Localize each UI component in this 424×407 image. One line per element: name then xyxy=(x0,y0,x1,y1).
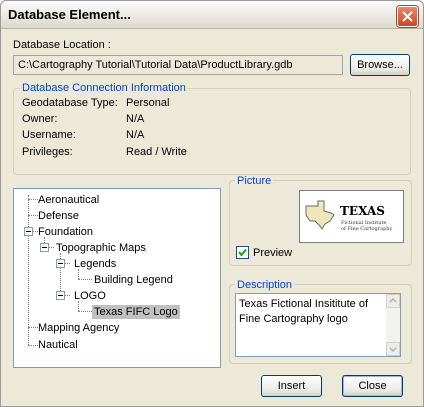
logo-heading: TEXAS xyxy=(340,204,385,218)
description-title: Description xyxy=(235,279,295,291)
tree-item-aeronautical[interactable]: Aeronautical xyxy=(38,193,99,207)
geodatabase-type-value: Personal xyxy=(126,97,170,109)
description-scrollbar[interactable] xyxy=(386,294,400,356)
close-icon xyxy=(402,11,413,22)
database-location-field[interactable]: C:\Cartography Tutorial\Tutorial Data\Pr… xyxy=(13,55,343,75)
insert-button[interactable]: Insert xyxy=(261,375,322,397)
tree-item-nautical[interactable]: Nautical xyxy=(38,338,78,352)
preview-checkbox[interactable] xyxy=(236,246,249,259)
checkmark-icon xyxy=(238,248,247,257)
collapse-legends-icon[interactable] xyxy=(56,259,65,268)
preview-label: Preview xyxy=(253,247,293,259)
element-tree[interactable]: Aeronautical Defense Foundation Topograp… xyxy=(13,188,221,368)
logo-preview-image: TEXAS Fictional Institute of Fine Cartog… xyxy=(299,190,404,243)
close-window-button[interactable] xyxy=(397,6,418,27)
username-value: N/A xyxy=(126,129,145,141)
database-location-label: Database Location : xyxy=(13,39,111,51)
title-bar[interactable]: Database Element... xyxy=(1,1,423,29)
database-element-dialog: Database Element... Database Location : … xyxy=(0,0,424,407)
chevron-down-icon xyxy=(389,347,397,353)
connection-info-title: Database Connection Information xyxy=(20,82,188,94)
texas-logo-image: TEXAS Fictional Institute of Fine Cartog… xyxy=(305,200,392,232)
picture-title: Picture xyxy=(235,175,274,187)
browse-button[interactable]: Browse... xyxy=(350,54,410,76)
tree-item-mapping-agency[interactable]: Mapping Agency xyxy=(38,321,119,335)
tree-item-texas-fifc-logo[interactable]: Texas FIFC Logo xyxy=(92,305,180,319)
window-title: Database Element... xyxy=(8,7,131,22)
geodatabase-type-label: Geodatabase Type: xyxy=(22,97,118,109)
owner-label: Owner: xyxy=(22,113,58,125)
owner-value: N/A xyxy=(126,113,145,125)
privileges-value: Read / Write xyxy=(126,146,187,158)
description-text: Texas Fictional Insititute of Fine Carto… xyxy=(239,298,369,325)
scroll-down-arrow[interactable] xyxy=(386,342,400,356)
username-label: Username: xyxy=(22,129,76,141)
description-textarea[interactable]: Texas Fictional Insititute of Fine Carto… xyxy=(235,293,401,357)
tree-item-legends[interactable]: Legends xyxy=(74,257,116,271)
tree-item-defense[interactable]: Defense xyxy=(38,209,79,223)
tree-item-topographic-maps[interactable]: Topographic Maps xyxy=(56,241,146,255)
collapse-foundation-icon[interactable] xyxy=(24,227,33,236)
collapse-topographic-maps-icon[interactable] xyxy=(40,243,49,252)
scroll-up-arrow[interactable] xyxy=(386,294,400,308)
privileges-label: Privileges: xyxy=(22,146,73,158)
close-button[interactable]: Close xyxy=(342,375,403,397)
tree-item-foundation[interactable]: Foundation xyxy=(38,225,93,239)
collapse-logo-icon[interactable] xyxy=(56,291,65,300)
logo-line-2: of Fine Cartography xyxy=(341,226,392,232)
tree-item-building-legend[interactable]: Building Legend xyxy=(94,273,173,287)
chevron-up-icon xyxy=(389,297,397,303)
